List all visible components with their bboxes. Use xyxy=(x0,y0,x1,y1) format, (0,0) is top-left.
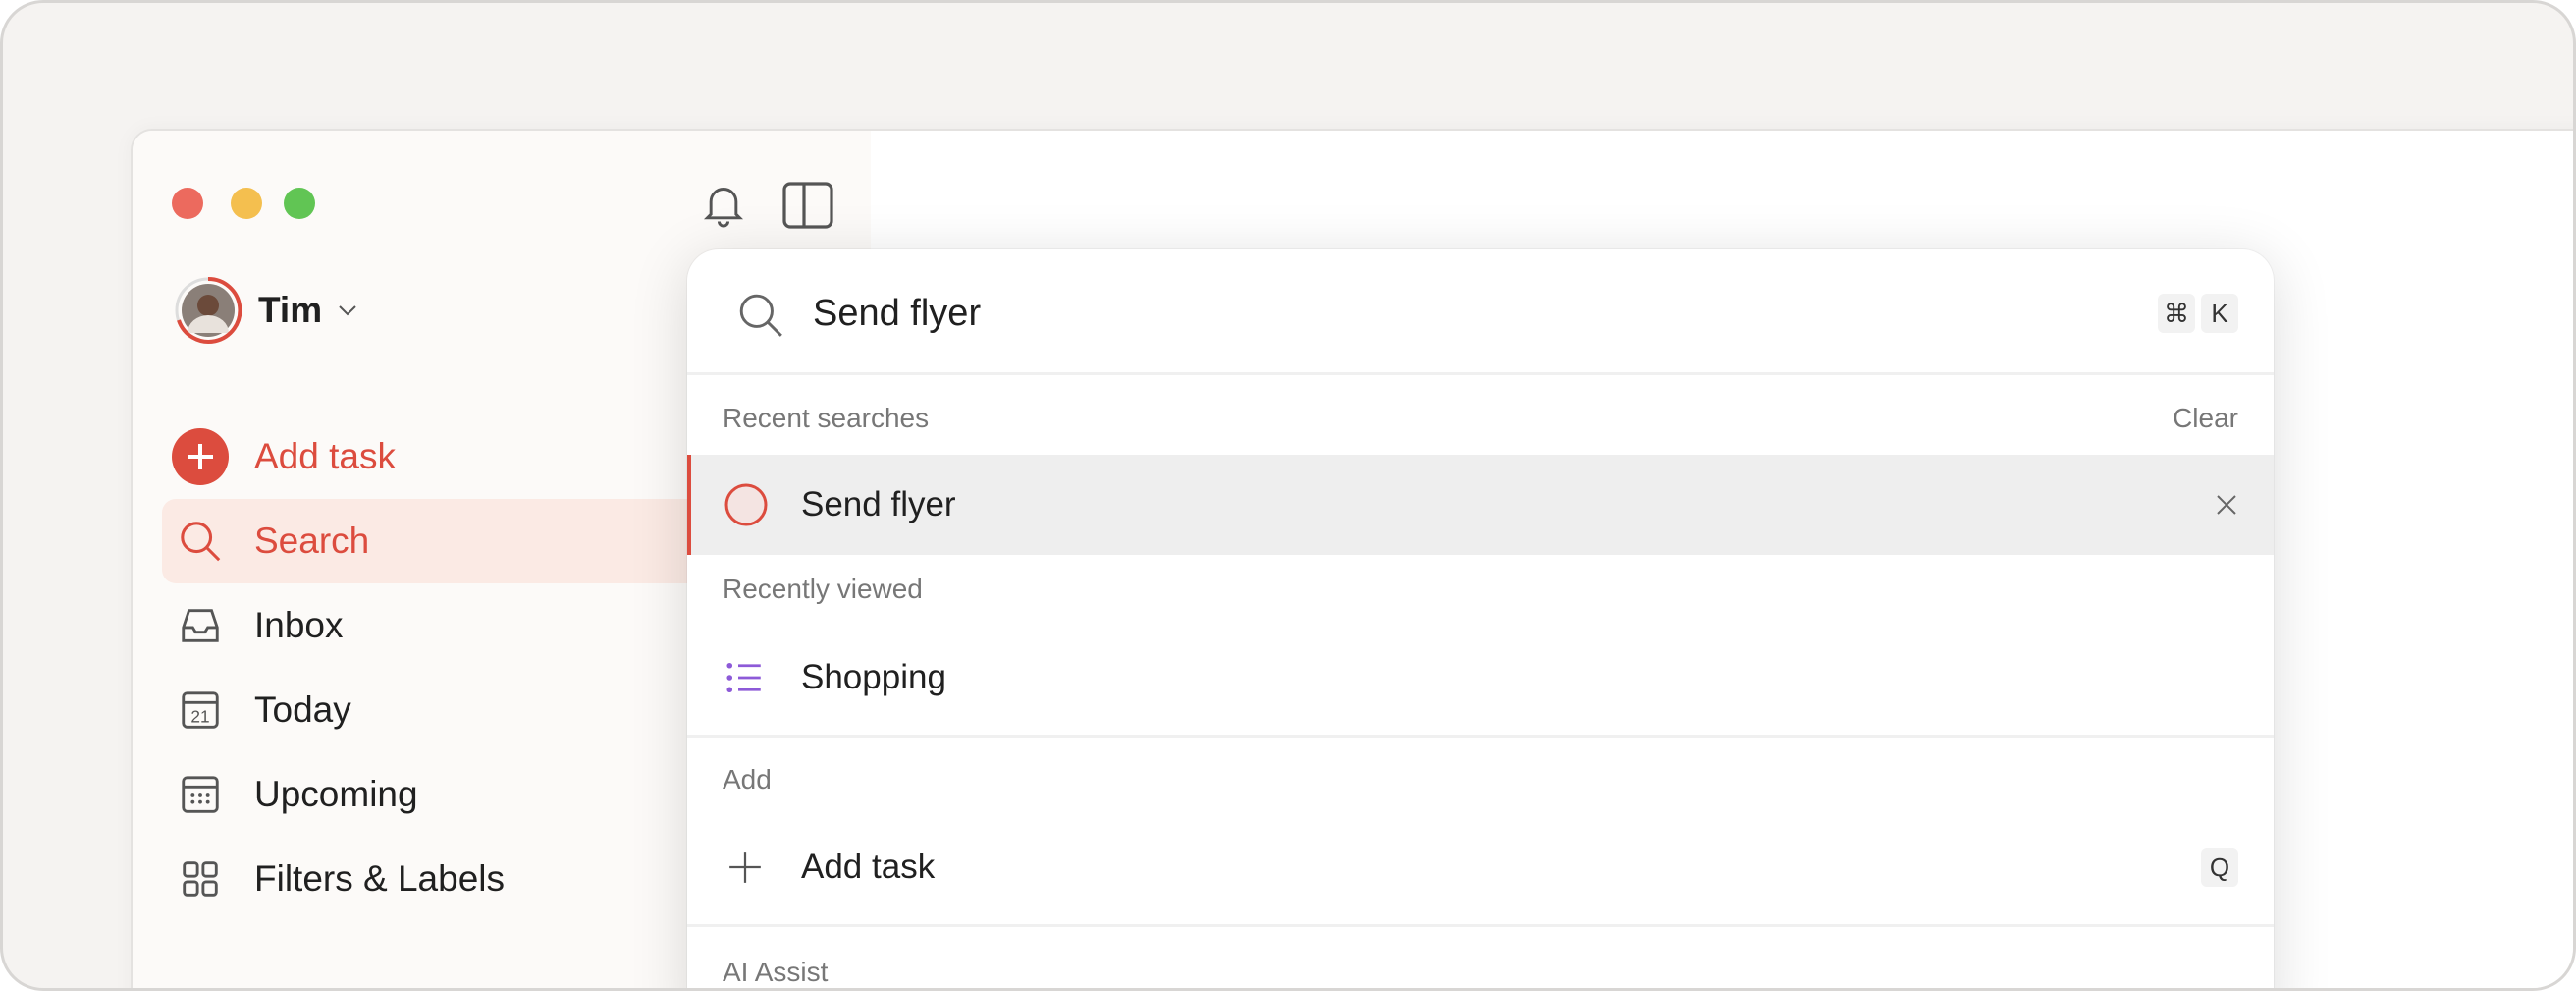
add-task-label: Add task xyxy=(254,436,396,476)
user-name: Tim xyxy=(258,290,323,330)
task-circle-icon xyxy=(724,483,768,526)
zoom-window-button[interactable] xyxy=(284,188,315,219)
calendar-grid-icon xyxy=(182,776,219,813)
kbd-q: Q xyxy=(2201,848,2238,887)
sidebar-item-today[interactable]: 21 Today xyxy=(162,668,751,752)
bell-icon[interactable] xyxy=(702,182,745,229)
shortcut-hint: ⌘ K xyxy=(2158,294,2238,333)
search-dialog: Send flyer ⌘ K Recent searches Clear Sen… xyxy=(687,249,2274,988)
section-ai-assist: AI Assist xyxy=(723,957,829,987)
close-window-button[interactable] xyxy=(172,188,203,219)
recent-search-item[interactable]: Send flyer xyxy=(687,455,2274,555)
screenshot-frame: Tim Add task Search Inbox 21 Today Upcom… xyxy=(0,0,2576,991)
svg-text:21: 21 xyxy=(190,706,209,726)
add-task-button[interactable]: Add task xyxy=(162,414,751,499)
section-add: Add xyxy=(723,764,772,795)
add-task-option[interactable]: Add task Q xyxy=(687,817,2274,917)
list-icon xyxy=(726,662,761,693)
plus-icon xyxy=(729,852,761,883)
kbd-k: K xyxy=(2201,294,2238,333)
calendar-today-icon: 21 xyxy=(182,691,219,729)
sidebar-toggle-icon[interactable] xyxy=(782,182,833,229)
minimize-window-button[interactable] xyxy=(231,188,262,219)
kbd-cmd: ⌘ xyxy=(2158,294,2195,333)
chevron-down-icon xyxy=(339,305,356,316)
divider xyxy=(687,924,2274,927)
search-icon xyxy=(181,522,221,562)
clear-recent-button[interactable]: Clear xyxy=(2173,403,2238,434)
avatar xyxy=(175,276,242,344)
search-icon xyxy=(739,294,782,337)
inbox-icon xyxy=(182,609,219,642)
sidebar-item-filters-labels[interactable]: Filters & Labels xyxy=(162,837,751,921)
divider xyxy=(687,735,2274,738)
plus-circle-icon xyxy=(172,428,229,485)
sidebar-item-label: Today xyxy=(254,689,351,730)
add-task-option-label: Add task xyxy=(801,848,936,886)
sidebar-item-label: Filters & Labels xyxy=(254,858,505,899)
section-recent-searches: Recent searches xyxy=(723,403,930,433)
section-recently-viewed: Recently viewed xyxy=(723,574,923,604)
sidebar-item-search[interactable]: Search xyxy=(162,499,751,583)
divider xyxy=(687,372,2274,375)
sidebar-item-label: Inbox xyxy=(254,605,344,645)
user-menu[interactable]: Tim xyxy=(174,276,359,345)
recent-search-label: Send flyer xyxy=(801,485,956,523)
sidebar-item-label: Search xyxy=(254,521,370,561)
recently-viewed-label: Shopping xyxy=(801,658,946,696)
sidebar-item-upcoming[interactable]: Upcoming xyxy=(162,752,751,837)
recently-viewed-item[interactable]: Shopping xyxy=(687,628,2274,728)
search-input[interactable]: Send flyer xyxy=(813,293,981,335)
sidebar-item-inbox[interactable]: Inbox xyxy=(162,583,751,668)
grid-icon xyxy=(183,861,218,897)
search-bar[interactable]: Send flyer ⌘ K xyxy=(687,269,2274,358)
remove-icon[interactable] xyxy=(2215,493,2238,517)
sidebar-item-label: Upcoming xyxy=(254,774,418,814)
